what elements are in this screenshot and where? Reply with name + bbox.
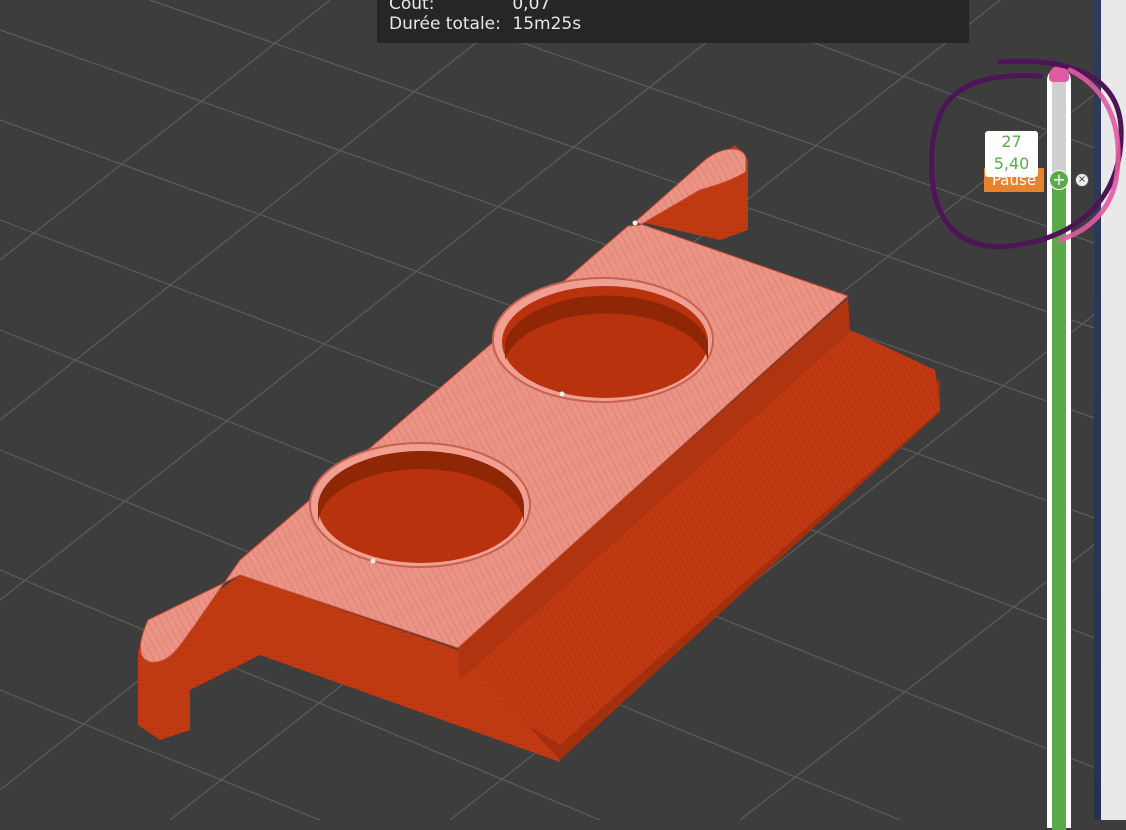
hand-drawn-annotation-circle	[929, 58, 1124, 250]
